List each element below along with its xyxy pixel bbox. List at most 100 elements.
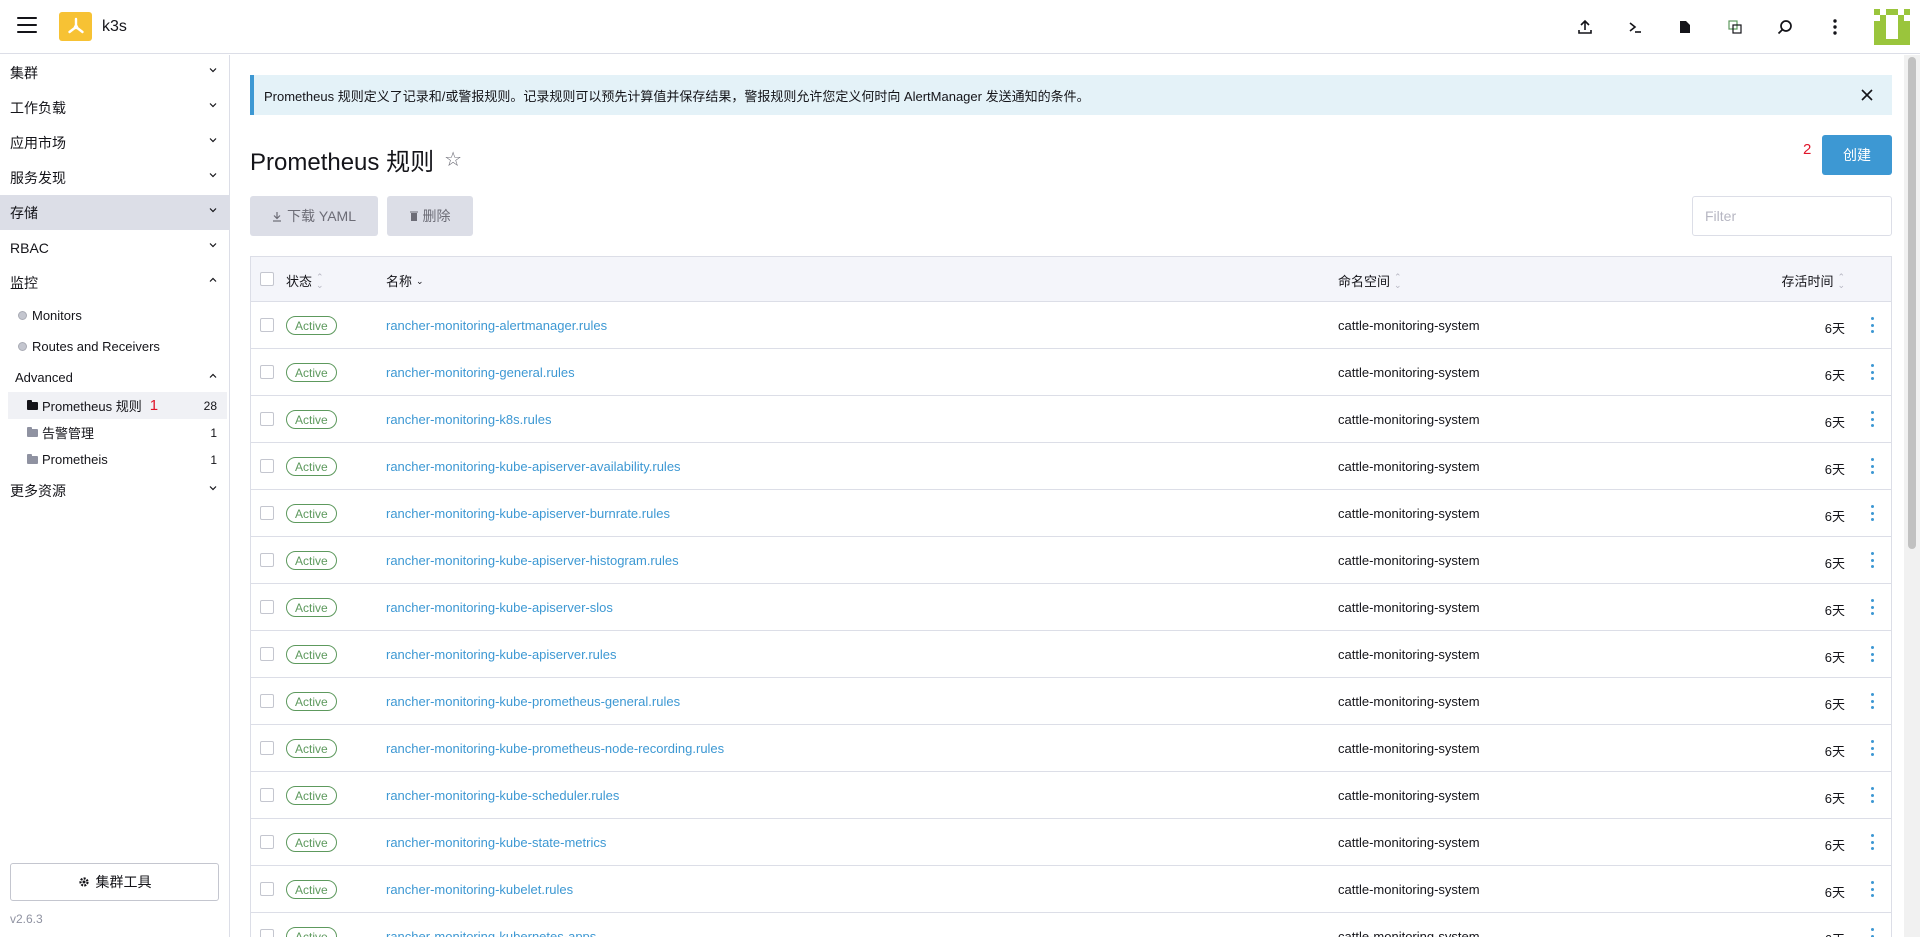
cluster-name: k3s — [102, 18, 127, 35]
column-header-state[interactable]: 状态 ⌃ ⌄ — [286, 271, 324, 290]
row-actions-icon[interactable] — [1871, 881, 1875, 897]
row-actions-icon[interactable] — [1871, 646, 1875, 662]
sidebar-item-prometheis[interactable]: Prometheis 1 — [8, 446, 227, 473]
close-icon[interactable] — [1860, 88, 1874, 102]
sidebar-item-prometheus-rules[interactable]: Prometheus 规则 1 28 — [8, 392, 227, 419]
create-button[interactable]: 创建 — [1822, 135, 1892, 175]
row-checkbox[interactable] — [260, 882, 274, 896]
chevron-up-icon — [209, 373, 217, 378]
sidebar-group-rbac[interactable]: RBAC — [0, 230, 229, 265]
sidebar-group-storage[interactable]: 存储 — [0, 195, 229, 230]
row-checkbox[interactable] — [260, 600, 274, 614]
row-actions-icon[interactable] — [1871, 552, 1875, 568]
row-checkbox[interactable] — [260, 788, 274, 802]
download-yaml-button[interactable]: 下载 YAML — [250, 196, 378, 236]
rule-name-link[interactable]: rancher-monitoring-kube-apiserver-slos — [386, 600, 613, 615]
sidebar-group-monitoring[interactable]: 监控 — [0, 265, 229, 300]
terminal-icon[interactable] — [1610, 14, 1660, 40]
status-badge: Active — [286, 880, 337, 899]
folder-icon — [27, 426, 38, 437]
row-actions-icon[interactable] — [1871, 740, 1875, 756]
search-icon[interactable] — [1760, 14, 1810, 40]
column-header-namespace[interactable]: 命名空间 ⌃ ⌄ — [1338, 271, 1402, 290]
delete-button[interactable]: 删除 — [387, 196, 473, 236]
row-checkbox[interactable] — [260, 647, 274, 661]
select-all-checkbox[interactable] — [260, 272, 274, 286]
row-actions-icon[interactable] — [1871, 317, 1875, 333]
rule-name-link[interactable]: rancher-monitoring-general.rules — [386, 365, 575, 380]
rule-name-link[interactable]: rancher-monitoring-k8s.rules — [386, 412, 551, 427]
sidebar-group-label: 更多资源 — [10, 482, 66, 499]
cluster-tools-button[interactable]: 集群工具 — [10, 863, 219, 901]
status-badge: Active — [286, 410, 337, 429]
row-checkbox[interactable] — [260, 506, 274, 520]
rule-name-link[interactable]: rancher-monitoring-kube-apiserver-availa… — [386, 459, 681, 474]
table-row: Active rancher-monitoring-kubernetes-apps… — [251, 913, 1891, 937]
row-checkbox[interactable] — [260, 459, 274, 473]
more-vertical-icon[interactable] — [1810, 14, 1860, 40]
row-actions-icon[interactable] — [1871, 787, 1875, 803]
column-header-age[interactable]: 存活时间 ⌃ ⌄ — [1781, 271, 1845, 290]
sidebar-group-cluster[interactable]: 集群 — [0, 55, 229, 90]
row-actions-icon[interactable] — [1871, 458, 1875, 474]
sidebar-item-routes-receivers[interactable]: Routes and Receivers — [0, 331, 229, 362]
row-actions-icon[interactable] — [1871, 928, 1875, 937]
status-dot-icon — [18, 342, 27, 351]
filter-input[interactable] — [1692, 196, 1892, 236]
row-actions-icon[interactable] — [1871, 693, 1875, 709]
row-checkbox[interactable] — [260, 929, 274, 937]
row-actions-icon[interactable] — [1871, 599, 1875, 615]
hamburger-menu-icon[interactable] — [17, 17, 37, 33]
rule-name-link[interactable]: rancher-monitoring-kube-prometheus-node-… — [386, 741, 724, 756]
folder-icon — [27, 453, 38, 464]
row-actions-icon[interactable] — [1871, 411, 1875, 427]
sidebar-group-workload[interactable]: 工作负载 — [0, 90, 229, 125]
sidebar-item-label: Prometheus 规则 — [42, 399, 142, 414]
row-checkbox[interactable] — [260, 694, 274, 708]
column-header-name[interactable]: 名称 ⌄ — [386, 271, 424, 290]
row-checkbox[interactable] — [260, 835, 274, 849]
sidebar-item-alertmanagers[interactable]: 告警管理 1 — [8, 419, 227, 446]
row-checkbox[interactable] — [260, 412, 274, 426]
rule-name-link[interactable]: rancher-monitoring-kube-apiserver-burnra… — [386, 506, 670, 521]
chevron-down-icon — [209, 208, 217, 213]
sidebar-group-apps[interactable]: 应用市场 — [0, 125, 229, 160]
sidebar-item-monitors[interactable]: Monitors — [0, 300, 229, 331]
rule-name-link[interactable]: rancher-monitoring-kube-state-metrics — [386, 835, 606, 850]
rule-name-link[interactable]: rancher-monitoring-alertmanager.rules — [386, 318, 607, 333]
row-checkbox[interactable] — [260, 553, 274, 567]
table-row: Active rancher-monitoring-kube-apiserver-… — [251, 443, 1891, 490]
row-actions-icon[interactable] — [1871, 834, 1875, 850]
chevron-down-icon — [209, 138, 217, 143]
age-cell: 6天 — [1824, 744, 1845, 759]
rule-name-link[interactable]: rancher-monitoring-kubelet.rules — [386, 882, 573, 897]
row-checkbox[interactable] — [260, 741, 274, 755]
row-actions-icon[interactable] — [1871, 364, 1875, 380]
namespace-cell: cattle-monitoring-system — [1338, 459, 1480, 474]
sidebar-group-more-resources[interactable]: 更多资源 — [0, 473, 229, 508]
status-badge: Active — [286, 739, 337, 758]
row-checkbox[interactable] — [260, 365, 274, 379]
annotation-mark-1: 1 — [149, 397, 159, 414]
status-badge: Active — [286, 692, 337, 711]
upload-icon[interactable] — [1560, 14, 1610, 40]
page-scrollbar[interactable] — [1904, 55, 1920, 937]
row-actions-icon[interactable] — [1871, 505, 1875, 521]
rule-name-link[interactable]: rancher-monitoring-kubernetes-apps — [386, 929, 596, 937]
rule-name-link[interactable]: rancher-monitoring-kube-apiserver.rules — [386, 647, 617, 662]
row-checkbox[interactable] — [260, 318, 274, 332]
sidebar-group-service-discovery[interactable]: 服务发现 — [0, 160, 229, 195]
age-cell: 6天 — [1824, 415, 1845, 430]
cluster-logo-icon[interactable] — [59, 12, 92, 41]
user-avatar[interactable] — [1874, 9, 1910, 45]
table-row: Active rancher-monitoring-alertmanager.ru… — [251, 302, 1891, 349]
copy-icon[interactable] — [1710, 14, 1760, 40]
rule-name-link[interactable]: rancher-monitoring-kube-scheduler.rules — [386, 788, 619, 803]
file-icon[interactable] — [1660, 14, 1710, 40]
rule-name-link[interactable]: rancher-monitoring-kube-prometheus-gener… — [386, 694, 680, 709]
rule-name-link[interactable]: rancher-monitoring-kube-apiserver-histog… — [386, 553, 679, 568]
age-cell: 6天 — [1824, 556, 1845, 571]
scrollbar-thumb[interactable] — [1908, 57, 1916, 549]
star-icon[interactable]: ☆ — [444, 147, 462, 172]
sidebar-group-advanced[interactable]: Advanced — [0, 362, 229, 392]
